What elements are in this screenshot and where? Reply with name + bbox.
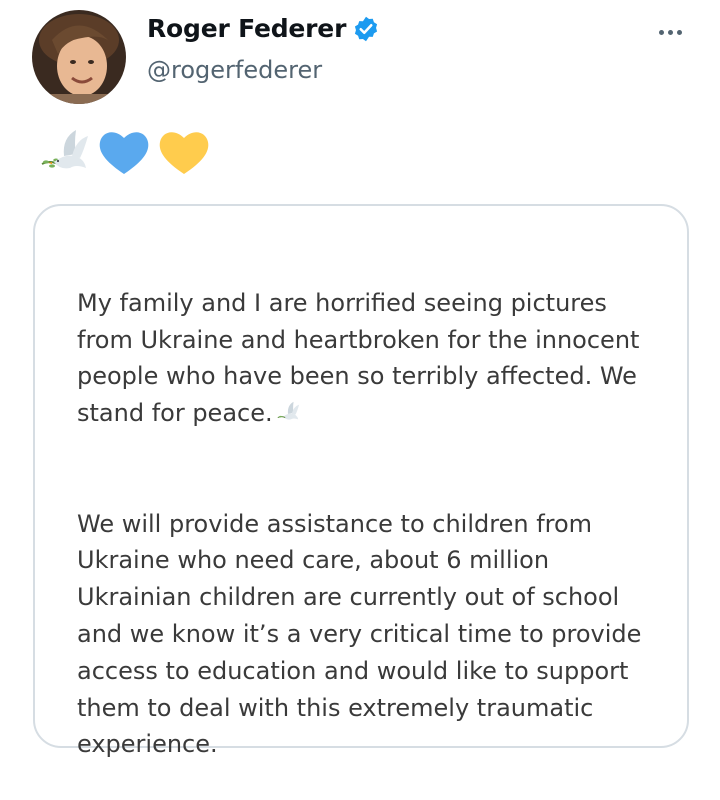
more-options-button[interactable] <box>650 20 690 44</box>
tweet: Roger Federer @rogerfederer My family an… <box>0 0 720 758</box>
verified-badge-icon <box>352 15 380 43</box>
tweet-emoji-text <box>36 124 212 180</box>
statement-text: My family and I are horrified seeing pic… <box>77 248 657 800</box>
avatar[interactable] <box>32 10 126 104</box>
more-horizontal-icon <box>658 29 664 35</box>
author-display-name[interactable]: Roger Federer <box>147 14 346 43</box>
blue-heart-icon <box>99 132 149 174</box>
yellow-heart-icon <box>159 132 209 174</box>
statement-paragraph-1: My family and I are horrified seeing pic… <box>77 288 640 428</box>
author-name-row: Roger Federer <box>147 14 380 43</box>
statement-paragraph-2: We will provide assistance to children f… <box>77 509 642 759</box>
dove-with-olive-branch-icon <box>41 130 88 169</box>
author-handle[interactable]: @rogerfederer <box>147 56 322 84</box>
dove-icon <box>277 401 299 420</box>
